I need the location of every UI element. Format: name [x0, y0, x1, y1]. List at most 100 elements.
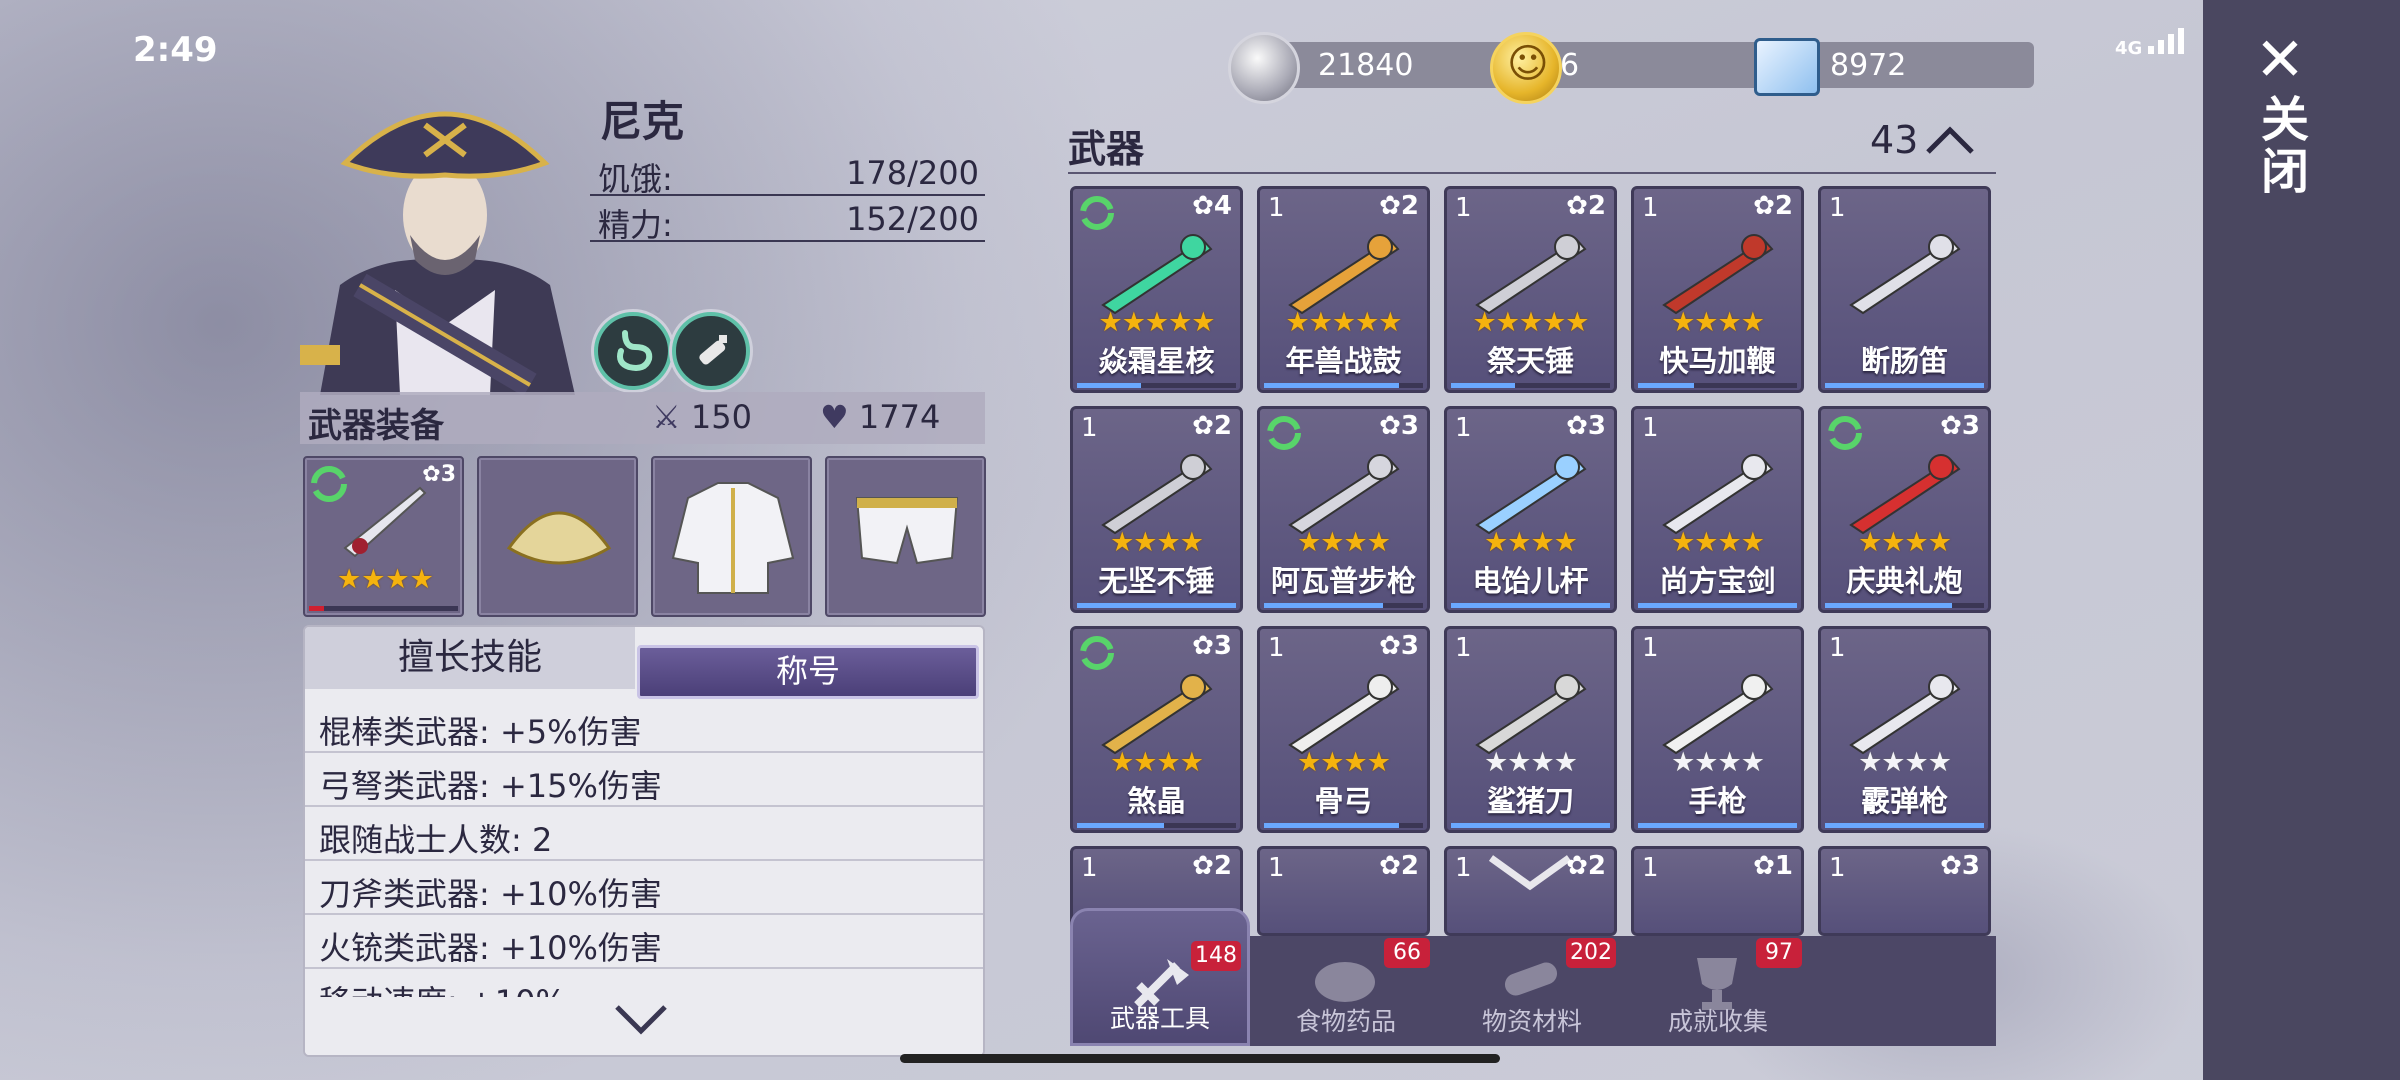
weapon-name: 鲨猪刀	[1486, 784, 1574, 818]
weapon-name: 庆典礼炮	[1846, 564, 1963, 598]
weapon-name: 霰弹枪	[1860, 784, 1948, 818]
shotgun-icon	[1849, 674, 1961, 755]
star-rating: ★★★★	[337, 564, 434, 595]
durability-bar	[1825, 383, 1984, 388]
stat-hunger: 饥饿: 178/200	[590, 150, 985, 198]
stomach-buff-icon[interactable]	[594, 312, 672, 390]
home-indicator[interactable]	[900, 1054, 1500, 1063]
skill-row: 跟随战士人数: 2	[305, 807, 983, 861]
weapon-card[interactable]: 1 ★★★★ 手枪	[1631, 626, 1804, 833]
upgrade-level: ✿2	[1379, 851, 1419, 881]
star-rating: ★★★★	[1484, 747, 1578, 778]
stat-value: 152/200	[846, 200, 979, 238]
weapon-card[interactable]: 1 ✿2 ★★★★ 无坚不锤	[1070, 406, 1243, 613]
durability-bar	[1638, 383, 1797, 388]
upgrade-level: ✿2	[1192, 411, 1232, 441]
weapon-card[interactable]: 1 ✿1	[1631, 846, 1804, 936]
stat-value: 178/200	[846, 154, 979, 192]
durability-bar	[1077, 603, 1236, 608]
attack-stat: ⚔ 150	[652, 398, 752, 436]
status-time: 2:49	[133, 30, 218, 70]
star-rating: ★★★★★	[1285, 307, 1402, 338]
close-icon: ✕	[2254, 25, 2306, 95]
tab-achievements[interactable]: 97 成就收集	[1628, 936, 1808, 1046]
weapon-card[interactable]: ✿3 ★★★★ 阿瓦普步枪	[1257, 406, 1430, 613]
chevron-down-icon[interactable]	[613, 1003, 669, 1037]
health-stat: ♥ 1774	[820, 398, 941, 436]
durability-bar	[1451, 383, 1610, 388]
skill-row: 火铳类武器: +10%伤害	[305, 915, 983, 969]
weapon-card[interactable]: 1 ✿3 ★★★★ 骨弓	[1257, 626, 1430, 833]
skill-row: 棍棒类武器: +5%伤害	[305, 699, 983, 753]
bone-bow-icon	[1288, 674, 1400, 755]
weapon-name: 阿瓦普步枪	[1270, 564, 1416, 598]
network-4g: 4G	[2115, 26, 2185, 59]
equipment-title: 武器装备	[308, 406, 444, 446]
upgrade-level: ✿2	[1192, 851, 1232, 881]
currency-value: 8972	[1830, 48, 1907, 83]
star-rating: ★★★★★	[1098, 307, 1215, 338]
tab-label: 武器工具	[1109, 1004, 1210, 1033]
equip-slot-pants[interactable]	[825, 456, 986, 617]
durability-bar	[1264, 823, 1423, 828]
weapon-card[interactable]: 1 ✿2	[1257, 846, 1430, 936]
tab-titles[interactable]: 称号	[637, 645, 979, 699]
crystal-gun-icon	[1101, 674, 1213, 755]
weapon-card[interactable]: 1 ★★★★ 尚方宝剑	[1631, 406, 1804, 613]
weapon-level: 1	[1642, 853, 1659, 883]
durability-bar	[1264, 603, 1423, 608]
weapon-card[interactable]: 1 ★★★★ 霰弹枪	[1818, 626, 1991, 833]
equipment-header: 武器装备 ⚔ 150 ♥ 1774	[300, 392, 985, 446]
close-label: 关闭	[2252, 94, 2308, 198]
weapon-card[interactable]: 1 断肠笛	[1818, 186, 1991, 393]
weapon-level: 1	[1829, 853, 1846, 883]
chevron-up-icon[interactable]	[1924, 124, 1976, 156]
durability-bar	[1638, 823, 1797, 828]
energy-drink-buff-icon[interactable]	[672, 312, 750, 390]
skill-row: 刀斧类武器: +10%伤害	[305, 861, 983, 915]
weapon-card[interactable]: 1 ✿2 ★★★★ 快马加鞭	[1631, 186, 1804, 393]
close-button[interactable]: ✕ 关闭	[2245, 30, 2315, 210]
durability-bar	[1825, 823, 1984, 828]
upgrade-level: ✿2	[1379, 191, 1419, 221]
tab-weapons-tools[interactable]: 148 武器工具	[1070, 908, 1250, 1046]
pants-icon	[855, 497, 959, 565]
weapon-name: 电饴儿杆	[1472, 564, 1589, 598]
tab-badge: 66	[1384, 938, 1430, 968]
upgrade-level: ✿2	[1566, 191, 1606, 221]
weapon-level: 1	[1455, 413, 1472, 443]
durability-bar	[1451, 823, 1610, 828]
equip-slot-weapon[interactable]: ✿3 ★★★★	[303, 456, 464, 617]
hammer-icon	[1475, 234, 1587, 315]
weapon-card[interactable]: 1 ★★★★ 鲨猪刀	[1444, 626, 1617, 833]
weapon-name: 断肠笛	[1860, 344, 1948, 378]
star-rating: ★★★★	[1671, 747, 1765, 778]
weapon-name: 年兽战鼓	[1285, 344, 1402, 378]
star-rating: ★★★★	[1297, 747, 1391, 778]
weapon-card[interactable]: ✿3 ★★★★ 煞晶	[1070, 626, 1243, 833]
weapon-card[interactable]: ✿4 ★★★★★ 焱霜星核	[1070, 186, 1243, 393]
drum-icon	[1288, 234, 1400, 315]
durability-bar	[1451, 603, 1610, 608]
tab-materials[interactable]: 202 物资材料	[1442, 936, 1622, 1046]
equip-slot-jacket[interactable]	[651, 456, 812, 617]
upgrade-level: ✿2	[1753, 191, 1793, 221]
weapon-card[interactable]: 1 ✿2 ★★★★★ 祭天锤	[1444, 186, 1617, 393]
weapon-name: 快马加鞭	[1659, 344, 1776, 378]
tab-skills[interactable]: 擅长技能	[305, 627, 635, 689]
weapon-name: 手枪	[1688, 784, 1747, 818]
weapon-card[interactable]: ✿3 ★★★★ 庆典礼炮	[1818, 406, 1991, 613]
weapon-card[interactable]: 1 ✿3	[1818, 846, 1991, 936]
equip-slot-hat[interactable]	[477, 456, 638, 617]
star-rating: ★★★★	[1858, 747, 1952, 778]
sword-icon: ⚔	[652, 398, 681, 436]
chevron-down-icon[interactable]	[1485, 852, 1575, 892]
weapon-name: 煞晶	[1127, 784, 1186, 818]
tab-food-medicine[interactable]: 66 食物药品	[1256, 936, 1436, 1046]
weapon-card[interactable]: 1 ✿3 ★★★★ 电饴儿杆	[1444, 406, 1617, 613]
smiley-gold-coin-icon	[1490, 32, 1562, 104]
weapon-level: 1	[1455, 633, 1472, 663]
sniper-rifle-icon	[1288, 454, 1400, 535]
weapon-card[interactable]: 1 ✿2 ★★★★★ 年兽战鼓	[1257, 186, 1430, 393]
flute-icon	[1849, 234, 1961, 315]
